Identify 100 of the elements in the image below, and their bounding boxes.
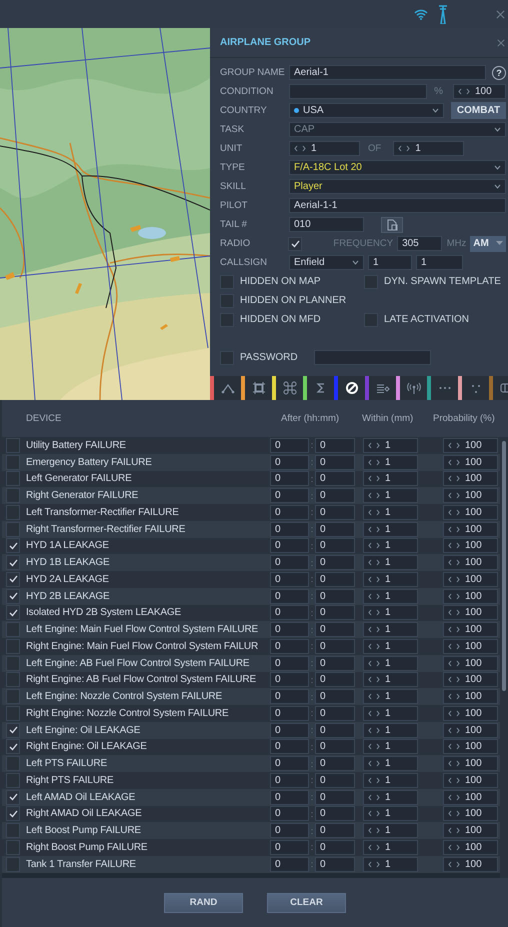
arrows-icon[interactable] bbox=[448, 660, 460, 667]
arrows-icon[interactable] bbox=[448, 526, 460, 533]
checkbox[interactable] bbox=[6, 722, 20, 738]
input-field[interactable]: 0 bbox=[270, 656, 309, 671]
arrows-icon[interactable] bbox=[398, 145, 410, 152]
arrows-icon[interactable] bbox=[368, 743, 380, 750]
spinner-field[interactable]: 1 bbox=[363, 772, 418, 788]
spinner-field[interactable]: 1 bbox=[363, 656, 418, 671]
arrows-icon[interactable] bbox=[448, 592, 460, 600]
scrollbar[interactable] bbox=[500, 437, 508, 878]
spinner-field[interactable]: 100 bbox=[443, 756, 498, 772]
arrows-icon[interactable] bbox=[368, 542, 380, 550]
arrows-icon[interactable] bbox=[368, 609, 380, 616]
input-field[interactable]: Aerial-1 bbox=[289, 65, 486, 80]
spinner-field[interactable]: 100 bbox=[443, 488, 498, 504]
spinner-field[interactable]: 100 bbox=[443, 790, 498, 805]
arrows-icon[interactable] bbox=[368, 508, 380, 516]
arrows-icon[interactable] bbox=[448, 676, 460, 684]
checkbox[interactable] bbox=[6, 555, 20, 570]
input-field[interactable]: 0 bbox=[315, 772, 355, 788]
chevron-down-icon[interactable] bbox=[494, 165, 501, 170]
spinner-field[interactable]: 1 bbox=[363, 790, 418, 805]
checkbox[interactable] bbox=[6, 823, 20, 838]
checkbox[interactable] bbox=[6, 856, 20, 872]
arrows-icon[interactable] bbox=[368, 492, 380, 500]
input-field[interactable]: 0 bbox=[270, 454, 309, 470]
spinner-field[interactable]: 100 bbox=[443, 438, 498, 453]
arrows-icon[interactable] bbox=[448, 626, 460, 634]
spinner-field[interactable]: 1 bbox=[363, 454, 418, 470]
input-field[interactable]: 0 bbox=[270, 689, 309, 704]
spinner-field[interactable]: 1 bbox=[363, 605, 418, 620]
column-header[interactable]: Within (mm) bbox=[362, 413, 433, 424]
action-button[interactable]: CLEAR bbox=[267, 892, 346, 912]
chevron-down-icon[interactable] bbox=[494, 184, 501, 189]
arrows-icon[interactable] bbox=[368, 576, 380, 583]
input-field[interactable]: 0 bbox=[270, 488, 309, 504]
input-field[interactable]: 0 bbox=[315, 555, 355, 570]
checkbox[interactable] bbox=[220, 312, 234, 326]
checkbox[interactable] bbox=[6, 656, 20, 671]
chevron-down-icon[interactable] bbox=[352, 260, 359, 265]
checkbox[interactable] bbox=[6, 538, 20, 554]
input-field[interactable]: 0 bbox=[315, 438, 355, 453]
input-field[interactable]: 0 bbox=[315, 488, 355, 504]
input-field[interactable]: 0 bbox=[315, 471, 355, 486]
close-icon[interactable] bbox=[496, 10, 505, 18]
spinner-field[interactable]: 1 bbox=[363, 622, 418, 638]
input-field[interactable]: 0 bbox=[270, 522, 309, 537]
checkbox[interactable] bbox=[6, 638, 20, 654]
spinner-field[interactable]: 100 bbox=[443, 823, 498, 838]
arrows-icon[interactable] bbox=[448, 508, 460, 516]
arrows-icon[interactable] bbox=[448, 642, 460, 650]
arrows-icon[interactable] bbox=[458, 88, 470, 95]
arrows-icon[interactable] bbox=[368, 458, 380, 466]
input-field[interactable]: 0 bbox=[270, 605, 309, 620]
checkbox[interactable] bbox=[6, 622, 20, 638]
arrows-icon[interactable] bbox=[448, 827, 460, 834]
spinner-field[interactable]: 100 bbox=[443, 689, 498, 704]
spinner-field[interactable]: 1 bbox=[363, 689, 418, 704]
arrows-icon[interactable] bbox=[448, 794, 460, 801]
arrows-icon[interactable] bbox=[448, 559, 460, 566]
spinner-field[interactable]: 100 bbox=[443, 471, 498, 486]
arrows-icon[interactable] bbox=[448, 542, 460, 550]
checkbox[interactable] bbox=[288, 236, 302, 250]
arrows-icon[interactable] bbox=[448, 743, 460, 750]
spinner-field[interactable]: 1 bbox=[393, 141, 464, 156]
spinner-field[interactable]: 100 bbox=[443, 806, 498, 822]
spinner-field[interactable]: 1 bbox=[363, 522, 418, 537]
checkbox[interactable] bbox=[6, 840, 20, 855]
arrows-icon[interactable] bbox=[448, 860, 460, 868]
input-field[interactable]: 0 bbox=[315, 605, 355, 620]
arrows-icon[interactable] bbox=[448, 760, 460, 768]
checkbox[interactable] bbox=[6, 689, 20, 704]
checkbox[interactable] bbox=[6, 706, 20, 721]
input-field[interactable]: 0 bbox=[315, 739, 355, 754]
arrows-icon[interactable] bbox=[448, 492, 460, 500]
input-field[interactable] bbox=[289, 84, 428, 99]
dropdown[interactable]: Player bbox=[289, 179, 506, 194]
band-dropdown[interactable]: AM bbox=[470, 236, 506, 252]
dropdown[interactable]: F/A-18C Lot 20 bbox=[289, 160, 506, 175]
spinner-field[interactable]: 100 bbox=[443, 572, 498, 587]
arrows-icon[interactable] bbox=[368, 592, 380, 600]
checkbox[interactable] bbox=[6, 772, 20, 788]
input-field[interactable]: 0 bbox=[315, 504, 355, 520]
input-field[interactable]: 0 bbox=[270, 856, 309, 872]
spinner-field[interactable]: 100 bbox=[443, 722, 498, 738]
spinner-field[interactable]: 1 bbox=[363, 706, 418, 721]
arrows-icon[interactable] bbox=[368, 642, 380, 650]
arrows-icon[interactable] bbox=[368, 710, 380, 717]
input-field[interactable]: 0 bbox=[270, 471, 309, 486]
antenna-icon[interactable] bbox=[407, 381, 421, 395]
spinner-field[interactable]: 100 bbox=[443, 638, 498, 654]
checkbox[interactable] bbox=[6, 471, 20, 486]
spinner-field[interactable]: 100 bbox=[453, 84, 506, 99]
column-header[interactable]: DEVICE bbox=[26, 413, 281, 424]
input-field[interactable]: 0 bbox=[315, 454, 355, 470]
checkbox[interactable] bbox=[364, 312, 378, 326]
frame-icon[interactable] bbox=[252, 381, 266, 395]
input-field[interactable]: 0 bbox=[270, 790, 309, 805]
input-field[interactable]: 0 bbox=[315, 656, 355, 671]
spinner-field[interactable]: 1 bbox=[363, 504, 418, 520]
